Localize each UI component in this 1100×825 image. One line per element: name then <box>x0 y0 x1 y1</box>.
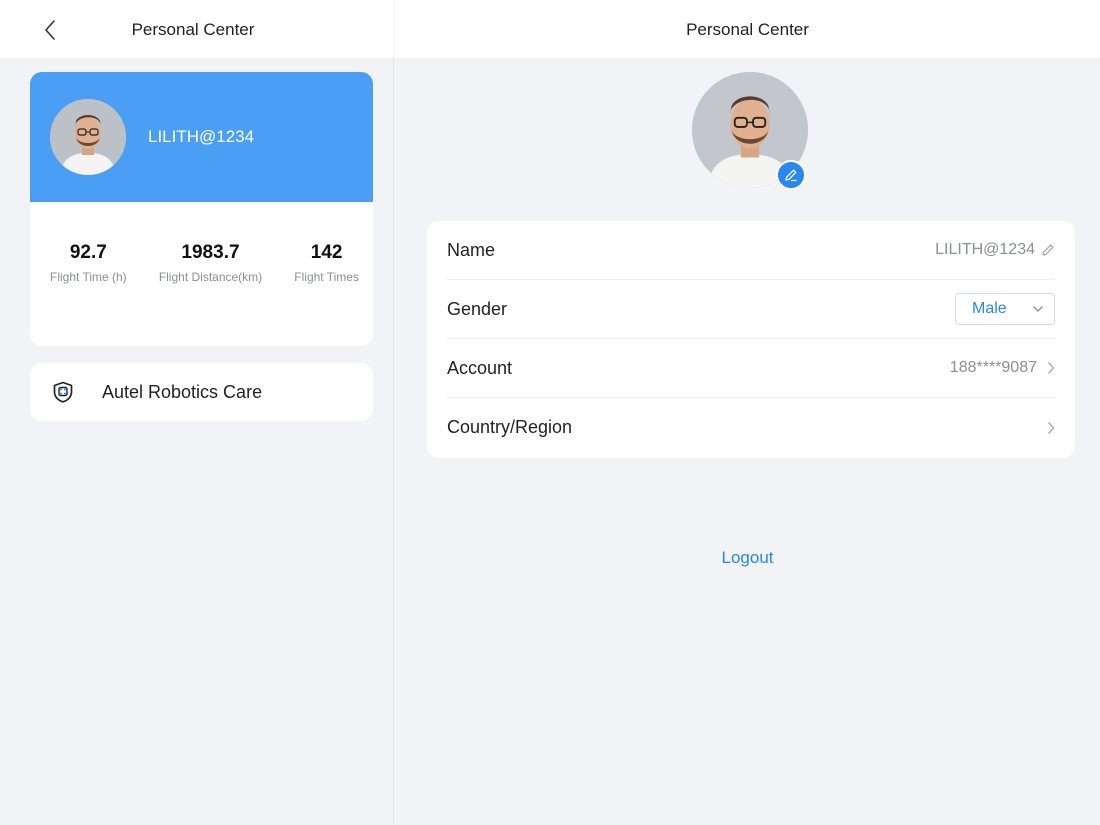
stat-value: 1983.7 <box>181 242 240 263</box>
chevron-right-icon <box>1048 421 1055 434</box>
gender-label: Gender <box>447 298 508 319</box>
pencil-icon <box>785 169 797 182</box>
account-label: Account <box>447 357 513 378</box>
stat-value: 92.7 <box>69 242 107 263</box>
avatar[interactable] <box>50 99 126 175</box>
username-label: LILITH@1234 <box>148 127 255 146</box>
chevron-right-icon <box>1048 362 1055 374</box>
gender-row: Gender Male <box>447 280 1055 339</box>
profile-card[interactable]: LILITH@1234 92.7 Flight Time (h) 1983.7 … <box>30 72 373 346</box>
left-panel: Personal Center LILITH@1234 92.7 Flight … <box>0 0 394 825</box>
stat-flight-distance: 1983.7 Flight Distance(km) <box>159 242 262 284</box>
stat-value: 142 <box>310 242 343 263</box>
account-value: 188****9087 <box>949 359 1037 376</box>
logout-button[interactable]: Logout <box>395 548 1100 568</box>
right-page-title: Personal Center <box>686 20 809 39</box>
right-panel: Personal Center Name LILITH@1234 Gender … <box>395 0 1100 825</box>
gender-value: Male <box>972 300 1007 317</box>
flight-stats: 92.7 Flight Time (h) 1983.7 Flight Dista… <box>30 242 373 284</box>
app-root: Personal Center LILITH@1234 92.7 Flight … <box>0 0 1100 825</box>
avatar-image <box>50 99 126 175</box>
stat-label: Flight Time (h) <box>50 270 127 284</box>
stat-flight-times: 142 Flight Times <box>294 242 359 284</box>
care-label: Autel Robotics Care <box>102 381 263 402</box>
profile-info-card: Name LILITH@1234 Gender Male Account 188… <box>427 221 1075 458</box>
autel-care-item[interactable]: Autel Robotics Care <box>30 363 373 421</box>
name-row[interactable]: Name LILITH@1234 <box>447 221 1055 280</box>
account-row[interactable]: Account 188****9087 <box>447 339 1055 398</box>
stat-flight-time: 92.7 Flight Time (h) <box>50 242 127 284</box>
shield-icon <box>53 381 73 403</box>
left-page-title: Personal Center <box>131 20 255 39</box>
gender-select[interactable]: Male <box>955 293 1055 325</box>
stat-label: Flight Times <box>294 270 359 284</box>
avatar-editor[interactable] <box>692 72 810 190</box>
stat-label: Flight Distance(km) <box>158 270 263 284</box>
chevron-down-icon <box>1033 306 1043 312</box>
edit-name-icon[interactable] <box>1041 243 1055 257</box>
profile-banner: LILITH@1234 <box>30 72 373 202</box>
country-region-row[interactable]: Country/Region <box>447 398 1055 457</box>
name-value: LILITH@1234 <box>935 241 1035 258</box>
left-header: Personal Center <box>0 0 394 58</box>
right-header: Personal Center <box>395 0 1100 58</box>
name-label: Name <box>447 239 496 260</box>
country-region-label: Country/Region <box>447 417 573 437</box>
edit-avatar-button[interactable] <box>776 160 806 190</box>
